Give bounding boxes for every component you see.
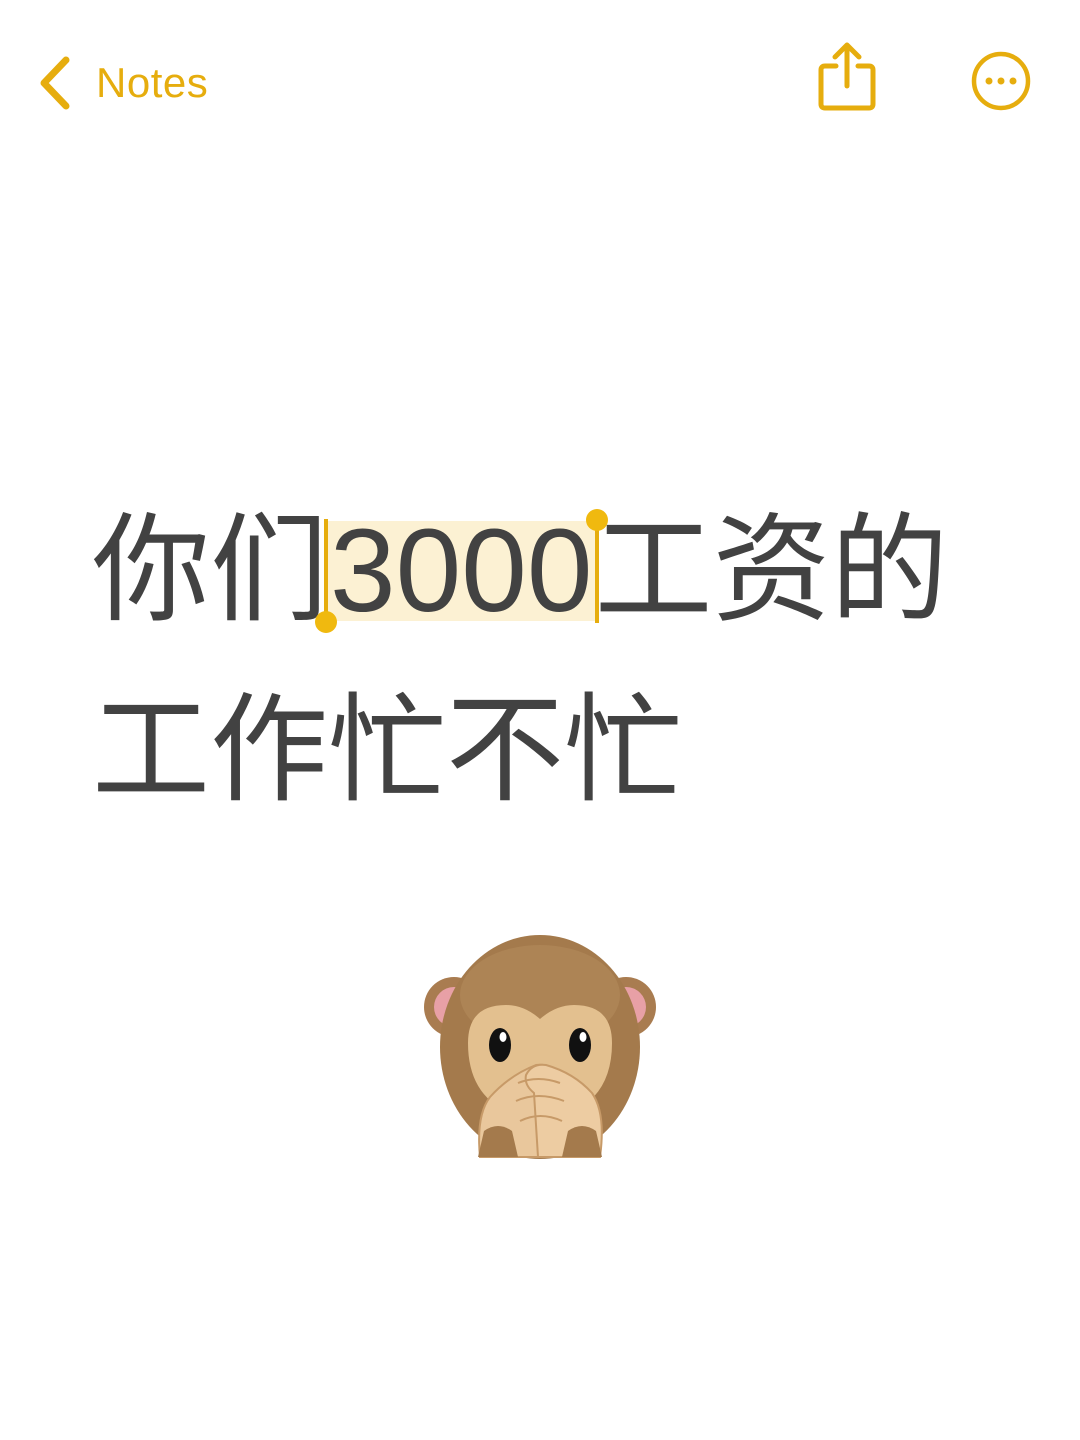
selected-text: 3000 (330, 505, 593, 637)
ellipsis-circle-icon (971, 51, 1031, 111)
back-button-label: Notes (96, 59, 209, 106)
selection-caret-start (324, 519, 329, 623)
speak-no-evil-monkey-emoji (424, 935, 656, 1159)
selection-handle-end[interactable] (585, 509, 608, 531)
text-selection[interactable]: 3000 (315, 509, 608, 633)
more-options-button[interactable] (970, 50, 1032, 112)
selection-caret-end (594, 519, 599, 623)
chevron-left-icon (40, 56, 70, 110)
note-body[interactable]: 你们 3000 工资的 工作忙不忙 (92, 480, 1032, 840)
note-text-before-selection: 你们 (92, 501, 329, 639)
selection-handle-start[interactable] (315, 611, 338, 633)
back-button[interactable]: Notes (38, 52, 208, 114)
note-text-after-selection: 工资的 (594, 501, 949, 639)
navigation-bar: Notes (0, 0, 1080, 170)
note-line-2: 工作忙不忙 (92, 681, 683, 819)
note-line-1: 你们 3000 工资的 (92, 480, 1032, 660)
share-button[interactable] (816, 40, 878, 112)
share-icon (818, 42, 876, 111)
